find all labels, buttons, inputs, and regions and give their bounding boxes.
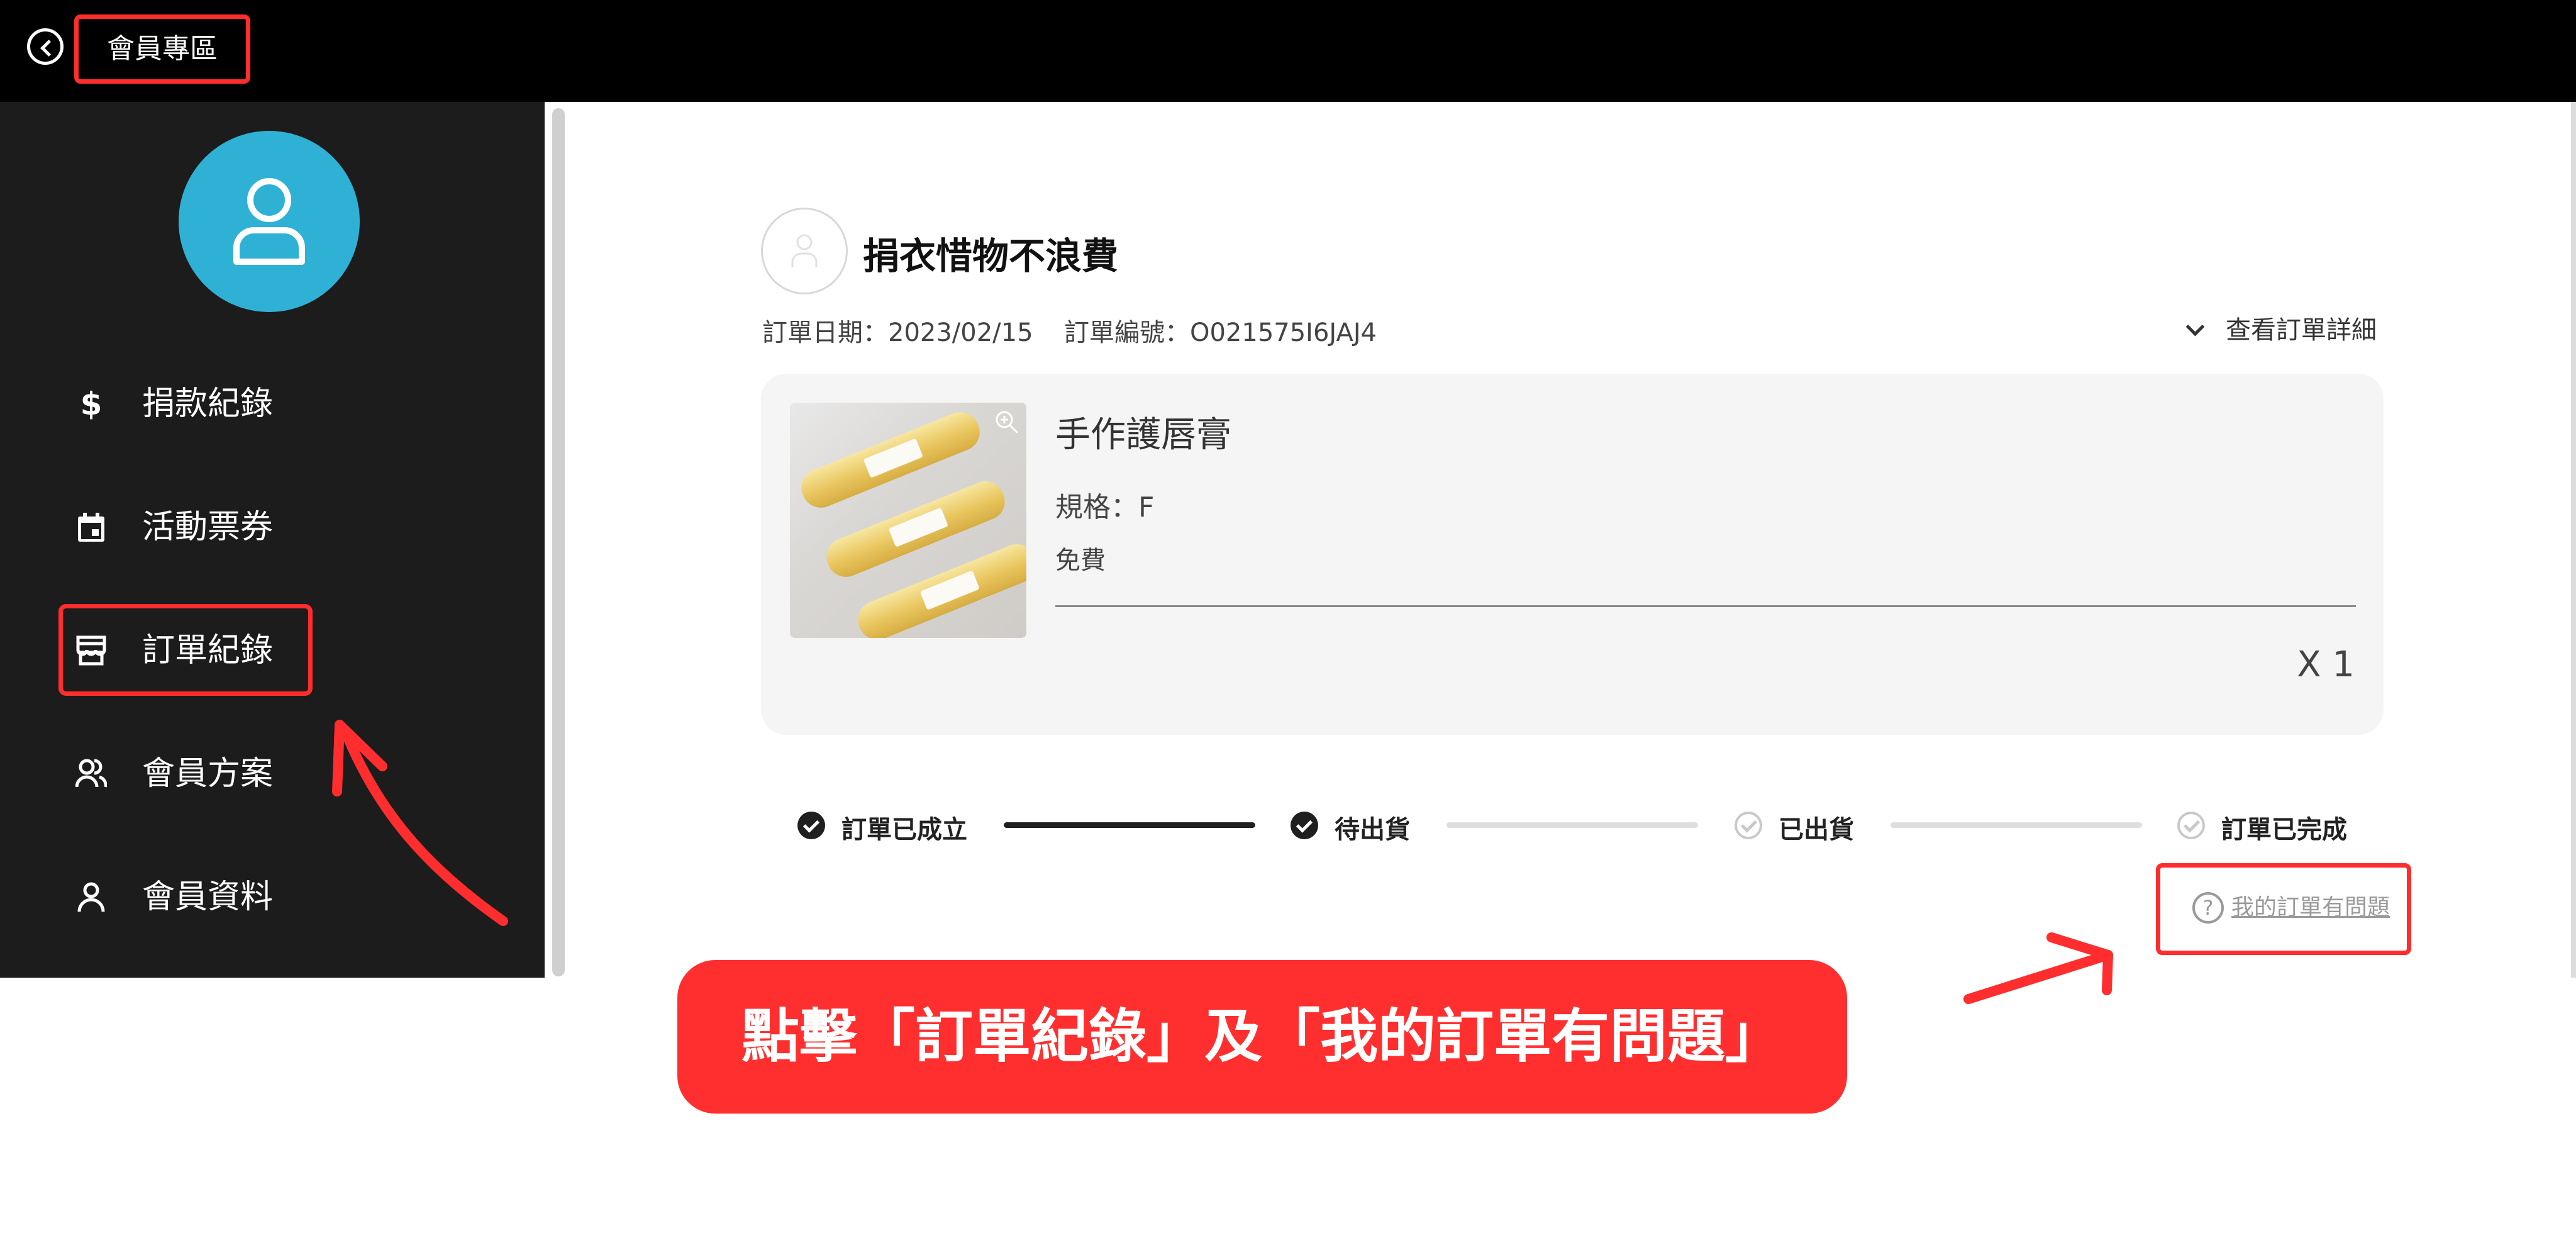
scrollbar-right[interactable] xyxy=(2571,102,2576,978)
product-name: 手作護唇膏 xyxy=(1055,415,1231,455)
sidebar-item-label: 活動票券 xyxy=(142,508,274,546)
step-label: 訂單已成立 xyxy=(841,815,967,844)
scrollbar-thumb[interactable] xyxy=(552,108,565,976)
user-icon xyxy=(233,178,305,265)
sidebar-item-label: 捐款紀錄 xyxy=(142,385,274,423)
view-order-detail-link[interactable]: 查看訂單詳細 xyxy=(2185,310,2377,345)
page-title: 會員專區 xyxy=(74,14,250,84)
sidebar-item-label: 會員資料 xyxy=(142,878,274,916)
dollar-icon: $ xyxy=(80,388,103,420)
step-connector xyxy=(1004,822,1255,828)
instruction-banner: 點擊「訂單紀錄」及「我的訂單有問題」 xyxy=(677,960,1847,1114)
question-icon[interactable]: ? xyxy=(2192,892,2224,924)
sidebar-item-label: 訂單紀錄 xyxy=(142,632,274,669)
avatar[interactable] xyxy=(179,131,360,312)
order-problem-link[interactable]: 我的訂單有問題 xyxy=(2231,892,2390,924)
svg-text:$: $ xyxy=(80,388,103,420)
store-icon xyxy=(76,635,106,666)
product-card: 手作護唇膏 規格：F 免費 X 1 xyxy=(761,374,2384,735)
chevron-down-icon xyxy=(2185,317,2205,337)
order-number: 訂單編號：O021575I6JAJ4 xyxy=(1064,318,1377,347)
step-connector xyxy=(1446,822,1698,828)
sidebar: $ 捐款紀錄 活動票券 訂單紀錄 會員方案 會員資料 xyxy=(0,102,545,978)
arrow-to-problem-link xyxy=(1963,932,2113,1004)
product-image[interactable] xyxy=(790,403,1026,638)
order-date: 訂單日期：2023/02/15 xyxy=(762,318,1033,347)
detail-link-label: 查看訂單詳細 xyxy=(2226,316,2377,345)
top-bar: 會員專區 xyxy=(0,0,2576,102)
step-label: 訂單已完成 xyxy=(2221,815,2347,844)
user-icon xyxy=(77,882,105,912)
check-circle-icon xyxy=(2177,812,2205,839)
users-icon xyxy=(75,759,107,788)
product-spec: 規格：F xyxy=(1055,491,1155,523)
step-label: 已出貨 xyxy=(1779,815,1854,844)
chevron-left-icon[interactable] xyxy=(27,28,64,65)
store-name: 捐衣惜物不浪費 xyxy=(863,235,1119,277)
store-avatar xyxy=(761,208,848,294)
check-circle-icon xyxy=(1735,812,1762,839)
product-quantity: X 1 xyxy=(2297,644,2355,685)
zoom-in-icon[interactable] xyxy=(994,409,1020,435)
step-connector xyxy=(1890,822,2142,828)
check-circle-icon xyxy=(797,812,825,839)
user-icon xyxy=(791,234,818,267)
step-label: 待出貨 xyxy=(1335,815,1410,844)
sidebar-item-label: 會員方案 xyxy=(142,755,274,793)
check-circle-icon xyxy=(1291,812,1318,839)
calendar-icon xyxy=(78,513,104,542)
product-price: 免費 xyxy=(1055,546,1106,575)
divider xyxy=(1055,605,2356,607)
